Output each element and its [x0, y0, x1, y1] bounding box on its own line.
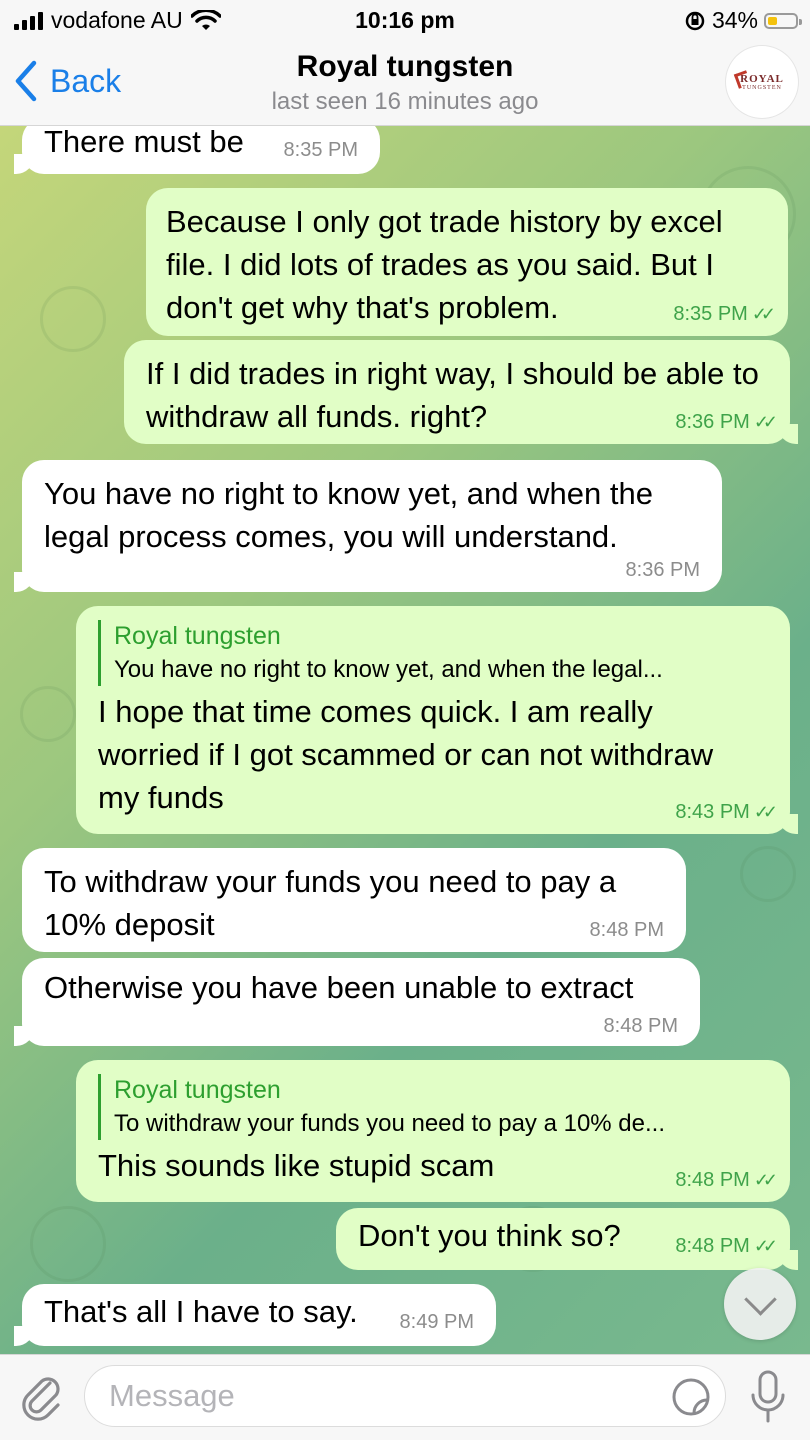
- message-incoming[interactable]: There must be 8:35 PM: [14, 126, 380, 174]
- avatar[interactable]: ROYAL TUNGSTEN: [726, 46, 798, 118]
- message-incoming[interactable]: You have no right to know yet, and when …: [14, 460, 722, 592]
- last-seen-status: last seen 16 minutes ago: [271, 88, 539, 115]
- message-text: Don't you think so?: [358, 1218, 621, 1253]
- message-time-label: 8:35 PM: [673, 303, 748, 325]
- message-time-label: 8:43 PM: [675, 801, 750, 823]
- avatar-logo-line2: TUNGSTEN: [742, 85, 782, 91]
- message-time: 8:36 PM: [625, 559, 700, 581]
- read-receipt-icon: ✓✓: [753, 1236, 778, 1256]
- read-receipt-icon: ✓✓: [753, 1170, 778, 1190]
- message-time-label: 8:36 PM: [675, 411, 750, 433]
- message-time: 8:48 PM ✓✓: [675, 1168, 778, 1192]
- message-text: I hope that time comes quick. I am reall…: [98, 694, 714, 815]
- message-outgoing[interactable]: Royal tungsten You have no right to know…: [76, 606, 798, 834]
- message-time: 8:35 PM ✓✓: [673, 302, 776, 326]
- reply-quote[interactable]: Royal tungsten You have no right to know…: [98, 620, 768, 686]
- message-time: 8:49 PM: [399, 1311, 474, 1333]
- reply-text: To withdraw your funds you need to pay a…: [114, 1110, 666, 1137]
- contact-name: Royal tungsten: [296, 50, 514, 83]
- status-bar: vodafone AU 10:16 pm 34%: [0, 0, 810, 40]
- message-time: 8:48 PM: [589, 919, 664, 941]
- microphone-icon[interactable]: [748, 1369, 788, 1425]
- message-input[interactable]: [84, 1365, 726, 1427]
- message-time: 8:48 PM ✓✓: [675, 1234, 778, 1258]
- scroll-to-bottom-button[interactable]: [724, 1268, 796, 1340]
- message-time-label: 8:48 PM: [675, 1169, 750, 1191]
- composer: [0, 1354, 810, 1440]
- paperclip-icon[interactable]: [20, 1373, 64, 1421]
- contact-info[interactable]: Royal tungsten last seen 16 minutes ago: [0, 50, 810, 116]
- sticker-icon[interactable]: [672, 1378, 710, 1416]
- message-outgoing[interactable]: Don't you think so? 8:48 PM ✓✓: [336, 1208, 798, 1270]
- message-time-label: 8:48 PM: [675, 1235, 750, 1257]
- message-time: 8:48 PM: [603, 1015, 678, 1037]
- message-outgoing[interactable]: If I did trades in right way, I should b…: [124, 340, 798, 444]
- message-text: Otherwise you have been unable to extrac…: [44, 970, 634, 1005]
- message-time: 8:35 PM: [283, 139, 358, 161]
- reply-text: You have no right to know yet, and when …: [114, 656, 663, 683]
- message-incoming[interactable]: To withdraw your funds you need to pay a…: [22, 848, 686, 952]
- message-incoming[interactable]: Otherwise you have been unable to extrac…: [14, 958, 700, 1046]
- read-receipt-icon: ✓✓: [753, 412, 778, 432]
- message-text: That's all I have to say.: [44, 1294, 358, 1329]
- reply-author: Royal tungsten: [114, 1076, 281, 1104]
- message-text: There must be: [44, 126, 244, 159]
- message-outgoing[interactable]: Because I only got trade history by exce…: [146, 188, 788, 336]
- chat-header: Back Royal tungsten last seen 16 minutes…: [0, 40, 810, 126]
- message-text: This sounds like stupid scam: [98, 1148, 495, 1183]
- message-text: To withdraw your funds you need to pay a…: [44, 864, 617, 942]
- message-time: 8:43 PM ✓✓: [675, 800, 778, 824]
- battery-icon: [764, 12, 802, 29]
- orientation-lock-icon: [685, 11, 705, 30]
- message-incoming[interactable]: That's all I have to say. 8:49 PM: [14, 1284, 496, 1346]
- message-time: 8:36 PM ✓✓: [675, 410, 778, 434]
- message-text: You have no right to know yet, and when …: [44, 476, 653, 554]
- reply-author: Royal tungsten: [114, 622, 281, 650]
- reply-quote[interactable]: Royal tungsten To withdraw your funds yo…: [98, 1074, 768, 1140]
- read-receipt-icon: ✓✓: [751, 304, 776, 324]
- battery-percent: 34%: [711, 7, 758, 33]
- message-list[interactable]: There must be 8:35 PM Because I only got…: [0, 126, 810, 1354]
- read-receipt-icon: ✓✓: [753, 802, 778, 822]
- message-outgoing[interactable]: Royal tungsten To withdraw your funds yo…: [76, 1060, 790, 1202]
